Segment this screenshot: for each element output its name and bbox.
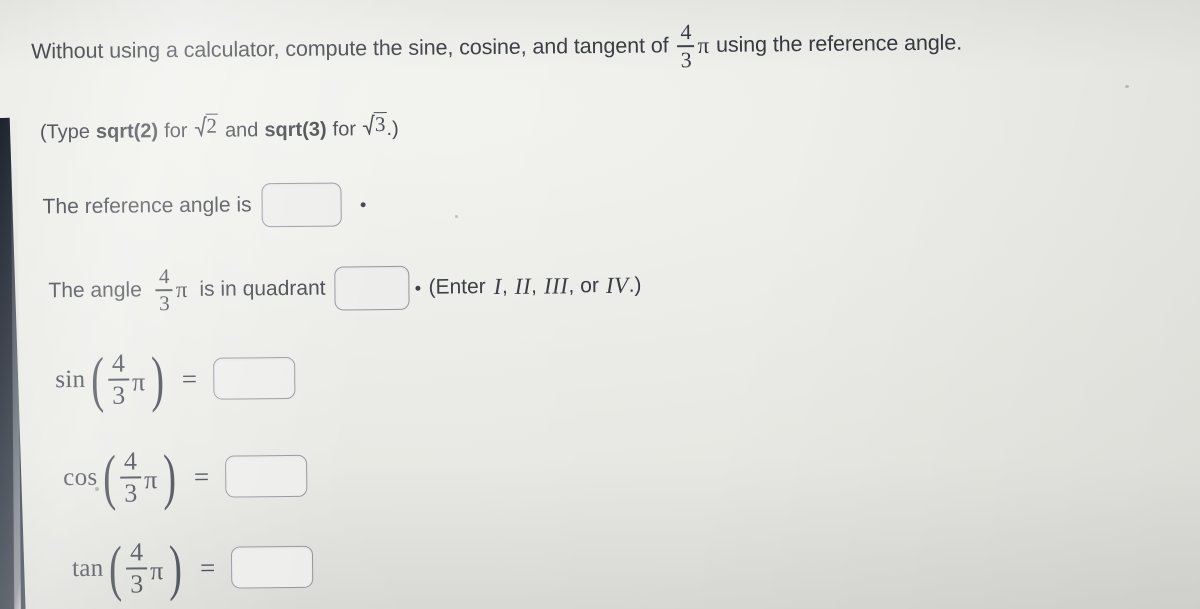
close-paren: ) xyxy=(162,442,177,512)
quadrant-comma-1: , xyxy=(501,274,508,298)
sin-function-label: sin xyxy=(55,366,86,394)
reference-angle-line: The reference angle is xyxy=(42,182,366,229)
close-paren: ) xyxy=(168,533,183,603)
open-paren: ( xyxy=(109,534,123,603)
format-hint: (Type sqrt(2) for 2 and sqrt(3) for 3 .) xyxy=(40,112,399,144)
cos-equals-sign: = xyxy=(193,461,210,492)
close-paren: ) xyxy=(150,345,165,414)
quadrant-option-2: II xyxy=(514,273,532,299)
sin-denominator: 3 xyxy=(112,380,126,410)
angle-fraction: 4 3 xyxy=(677,19,695,73)
quadrant-comma-3: , xyxy=(568,274,575,298)
sqrt2-radical: 2 xyxy=(194,113,219,138)
quadrant-denominator: 3 xyxy=(159,291,170,316)
reference-angle-label: The reference angle is xyxy=(42,193,252,219)
hint-for-1: for xyxy=(164,119,188,143)
prompt-text-after: using the reference angle. xyxy=(715,30,963,57)
pi-symbol: π xyxy=(143,465,158,495)
tan-angle-fraction: 4 3 xyxy=(126,537,148,599)
prompt-text-before: Without using a calculator, compute the … xyxy=(31,33,669,64)
reference-angle-period xyxy=(360,201,366,207)
quadrant-numerator: 4 xyxy=(158,264,170,289)
open-paren: ( xyxy=(90,345,105,414)
pi-symbol: π xyxy=(697,33,710,59)
quadrant-instruction-close: .) xyxy=(628,273,642,297)
sqrt3-radicand: 3 xyxy=(373,112,387,137)
angle-numerator: 4 xyxy=(680,19,692,45)
sin-row: sin ( 4 3 π ) = xyxy=(55,345,296,414)
quadrant-option-3: III xyxy=(543,273,569,299)
cos-function-label: cos xyxy=(63,463,98,492)
cos-answer-input[interactable] xyxy=(224,454,308,498)
sin-numerator: 4 xyxy=(111,348,125,378)
angle-denominator: 3 xyxy=(680,47,692,73)
hint-close: .) xyxy=(386,117,399,141)
pi-symbol: π xyxy=(150,556,164,586)
tan-numerator: 4 xyxy=(129,537,144,567)
sin-angle-fraction: 4 3 xyxy=(108,348,130,410)
quadrant-comma-2: , xyxy=(530,274,538,298)
quadrant-period xyxy=(415,285,421,291)
quadrant-instruction-or: or xyxy=(580,274,600,298)
quadrant-line: The angle 4 3 π is in quadrant (Enter I … xyxy=(48,262,641,316)
reference-angle-input[interactable] xyxy=(261,182,342,228)
hint-open: (Type xyxy=(39,120,91,144)
cos-row: cos ( 4 3 π ) = xyxy=(63,442,308,512)
open-paren: ( xyxy=(103,443,117,512)
quadrant-instruction-open: (Enter xyxy=(428,275,486,299)
tan-function-label: tan xyxy=(71,554,104,583)
problem-prompt: Without using a calculator, compute the … xyxy=(31,19,962,78)
cos-denominator: 3 xyxy=(124,478,138,508)
sqrt3-radical: 3 xyxy=(362,112,387,137)
quadrant-option-1: I xyxy=(493,273,503,300)
quadrant-input[interactable] xyxy=(334,265,410,311)
sin-equals-sign: = xyxy=(181,363,198,394)
hint-sqrt3-code: sqrt(3) xyxy=(264,118,327,142)
quadrant-option-4: IV xyxy=(605,272,629,298)
quadrant-label-start: The angle xyxy=(48,278,142,303)
sqrt2-radicand: 2 xyxy=(205,113,219,138)
pi-symbol: π xyxy=(175,276,188,303)
pi-symbol: π xyxy=(131,367,146,397)
tan-denominator: 3 xyxy=(130,569,144,599)
sin-answer-input[interactable] xyxy=(212,357,296,400)
hint-sqrt2-code: sqrt(2) xyxy=(95,120,159,143)
quadrant-angle-fraction: 4 3 xyxy=(155,264,173,316)
quadrant-label-end: is in quadrant xyxy=(199,276,326,301)
hint-for-2: for xyxy=(332,118,357,141)
worksheet-content: Without using a calculator, compute the … xyxy=(0,0,1200,609)
tan-equals-sign: = xyxy=(199,552,216,583)
tan-answer-input[interactable] xyxy=(231,545,314,589)
tan-row: tan ( 4 3 π ) = xyxy=(71,533,314,603)
cos-angle-fraction: 4 3 xyxy=(120,446,142,508)
cos-numerator: 4 xyxy=(123,446,138,476)
hint-and: and xyxy=(224,119,259,142)
